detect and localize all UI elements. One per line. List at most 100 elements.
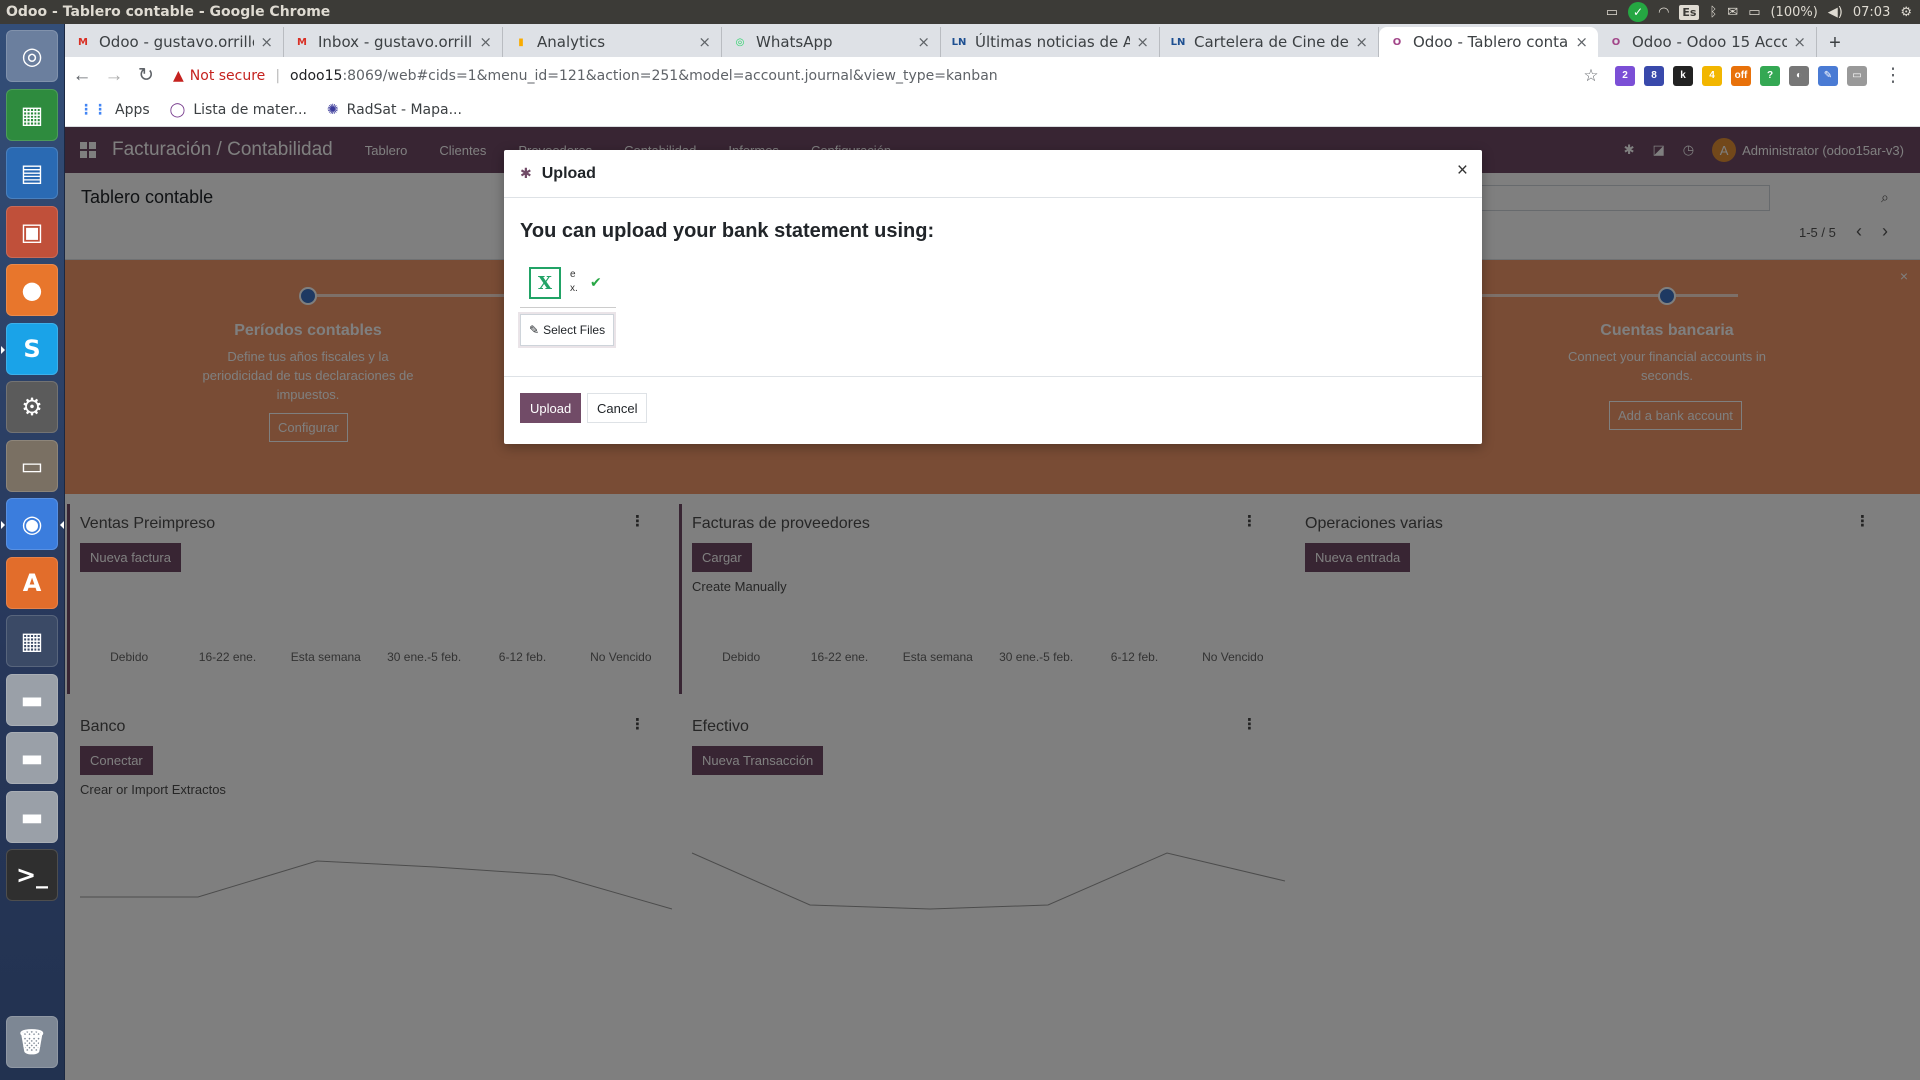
- tab-close-icon[interactable]: ×: [698, 33, 711, 51]
- extension-icon[interactable]: ?: [1760, 65, 1780, 86]
- bug-icon: ✱: [520, 165, 532, 181]
- url-path: :8069/web#cids=1&menu_id=121&action=251&…: [342, 67, 998, 84]
- tab-close-icon[interactable]: ×: [260, 33, 273, 51]
- mail-icon[interactable]: ✉: [1727, 5, 1738, 20]
- battery-percentage[interactable]: (100%): [1770, 5, 1817, 20]
- tab-close-icon[interactable]: ×: [917, 33, 930, 51]
- tab-close-icon[interactable]: ×: [1575, 33, 1588, 51]
- wifi-icon[interactable]: ◠: [1658, 5, 1669, 20]
- tab-favicon-icon: O: [1392, 36, 1402, 48]
- extension-icon[interactable]: ◐: [1789, 65, 1809, 86]
- extension-icon[interactable]: k: [1673, 65, 1693, 86]
- excel-file-icon: X: [529, 267, 561, 299]
- tab-label: Analytics: [537, 33, 606, 51]
- new-tab-plus-icon[interactable]: +: [1821, 29, 1849, 57]
- update-check-icon[interactable]: ✓: [1628, 2, 1649, 22]
- trash-icon[interactable]: 🗑: [6, 1016, 58, 1068]
- dialog-heading: You can upload your bank statement using…: [520, 220, 935, 242]
- tab-label: Cartelera de Cine de Ar: [1194, 33, 1349, 51]
- firefox-launcher-icon[interactable]: ●: [6, 264, 58, 316]
- extension-icon[interactable]: off: [1731, 65, 1751, 86]
- bookmark-star-icon[interactable]: ☆: [1576, 61, 1606, 91]
- browser-tab[interactable]: LN Cartelera de Cine de Ar ×: [1160, 27, 1379, 57]
- extension-icon[interactable]: 2: [1615, 65, 1635, 86]
- url-text[interactable]: odoo15:8069/web#cids=1&menu_id=121&actio…: [290, 68, 998, 84]
- bluetooth-icon[interactable]: ᛒ: [1709, 5, 1717, 20]
- upload-button[interactable]: Upload: [520, 393, 582, 423]
- libreoffice-impress-launcher-icon[interactable]: ▣: [6, 205, 58, 258]
- terminal-launcher-icon[interactable]: >_: [6, 849, 58, 901]
- running-indicator: [1, 521, 5, 529]
- window-title: Odoo - Tablero contable - Google Chrome: [6, 4, 331, 20]
- browser-tab[interactable]: M Inbox - gustavo.orrillo@ ×: [284, 27, 503, 57]
- file-name-line-2: x.: [570, 283, 578, 294]
- workspace-switcher-launcher-icon[interactable]: ▦: [6, 615, 58, 667]
- file-underline: [520, 307, 616, 308]
- tab-favicon-icon: ◎: [735, 36, 745, 48]
- tab-label: Odoo - gustavo.orrillo@: [99, 33, 254, 51]
- browser-menu-kebab-icon[interactable]: ⋮: [1878, 61, 1908, 91]
- bookmark-item[interactable]: ⋮⋮ Apps: [79, 102, 150, 118]
- browser-tab[interactable]: ◎ WhatsApp ×: [722, 27, 941, 57]
- odoo-page: Facturación / Contabilidad TableroClient…: [65, 127, 1920, 1080]
- extension-icon[interactable]: ✎: [1818, 65, 1838, 86]
- bookmark-item[interactable]: ◯ Lista de mater...: [170, 102, 307, 118]
- skype-launcher-icon[interactable]: S: [1, 322, 58, 375]
- system-settings-launcher-icon[interactable]: ⚙: [6, 381, 58, 433]
- tab-close-icon[interactable]: ×: [1793, 33, 1806, 51]
- bookmark-item[interactable]: ✺ RadSat - Mapa...: [327, 102, 462, 118]
- close-icon[interactable]: ×: [1457, 160, 1468, 182]
- libreoffice-calc-launcher-icon[interactable]: ▦: [6, 88, 58, 141]
- dialog-title: Upload: [541, 164, 596, 182]
- volume-icon[interactable]: ◀): [1828, 5, 1843, 20]
- tab-favicon-icon: LN: [951, 36, 967, 48]
- tab-close-icon[interactable]: ×: [479, 33, 492, 51]
- tab-favicon-icon: LN: [1170, 36, 1186, 48]
- select-files-button[interactable]: ✎ Select Files: [520, 314, 615, 346]
- extension-icon[interactable]: ▭: [1847, 65, 1867, 86]
- focused-indicator: [60, 521, 64, 529]
- select-files-label: Select Files: [543, 323, 606, 337]
- browser-tab[interactable]: O Odoo - Tablero contabl ×: [1379, 27, 1598, 57]
- reload-icon[interactable]: ↻: [131, 61, 161, 91]
- clock[interactable]: 07:03: [1853, 5, 1890, 20]
- chrome-launcher-icon[interactable]: ◉: [1, 498, 64, 550]
- disk-3-launcher-icon[interactable]: ▬: [6, 790, 58, 843]
- system-indicators: ▭ ✓ ◠ Es ᛒ ✉ ▭ (100%) ◀) 07:03 ⚙: [1606, 2, 1920, 22]
- battery-icon[interactable]: ▭: [1748, 5, 1760, 20]
- tab-favicon-icon: M: [297, 36, 307, 48]
- security-label[interactable]: Not secure: [190, 68, 266, 84]
- paperclip-icon: ✎: [529, 323, 540, 337]
- browser-tab[interactable]: M Odoo - gustavo.orrillo@ ×: [65, 27, 284, 57]
- tab-close-icon[interactable]: ×: [1136, 33, 1149, 51]
- disk-2-launcher-icon[interactable]: ▬: [6, 732, 58, 784]
- browser-tab[interactable]: O Odoo - Odoo 15 Accoun ×: [1598, 27, 1817, 57]
- forward-arrow-icon[interactable]: →: [99, 61, 129, 91]
- back-arrow-icon[interactable]: ←: [67, 61, 97, 91]
- keyboard-layout-indicator[interactable]: Es: [1679, 4, 1700, 20]
- os-top-panel: Odoo - Tablero contable - Google Chrome …: [0, 0, 1920, 24]
- cancel-button[interactable]: Cancel: [587, 393, 648, 423]
- screen-icon[interactable]: ▭: [1606, 5, 1618, 20]
- browser-toolbar: ← → ↻ ▲ Not secure | odoo15:8069/web#cid…: [65, 57, 1920, 94]
- tab-label: Odoo - Tablero contabl: [1413, 33, 1570, 51]
- settings-gear-icon[interactable]: ⚙: [1900, 5, 1912, 20]
- url-host: odoo15: [290, 67, 343, 84]
- file-manager-launcher-icon[interactable]: ▭: [6, 439, 58, 492]
- browser-tab[interactable]: ▮ Analytics ×: [503, 27, 722, 57]
- url-divider: |: [275, 67, 281, 84]
- browser-tab[interactable]: LN Últimas noticias de Arg ×: [941, 27, 1160, 57]
- tab-label: Inbox - gustavo.orrillo@: [318, 33, 473, 51]
- tab-close-icon[interactable]: ×: [1355, 33, 1368, 51]
- upload-dialog: ✱ Upload × You can upload your bank stat…: [504, 150, 1482, 444]
- bookmark-label: Apps: [115, 102, 150, 118]
- ubuntu-dash-launcher-icon[interactable]: ◎: [6, 30, 58, 82]
- extension-icon[interactable]: 4: [1702, 65, 1722, 86]
- address-bar[interactable]: ▲ Not secure | odoo15:8069/web#cids=1&me…: [173, 68, 1574, 84]
- libreoffice-writer-launcher-icon[interactable]: ▤: [6, 147, 58, 199]
- disk-1-launcher-icon[interactable]: ▬: [6, 673, 58, 726]
- extension-icon[interactable]: 8: [1644, 65, 1664, 86]
- tab-label: Odoo - Odoo 15 Accoun: [1632, 33, 1788, 51]
- tab-label: Últimas noticias de Arg: [975, 33, 1131, 51]
- software-center-launcher-icon[interactable]: A: [6, 556, 58, 609]
